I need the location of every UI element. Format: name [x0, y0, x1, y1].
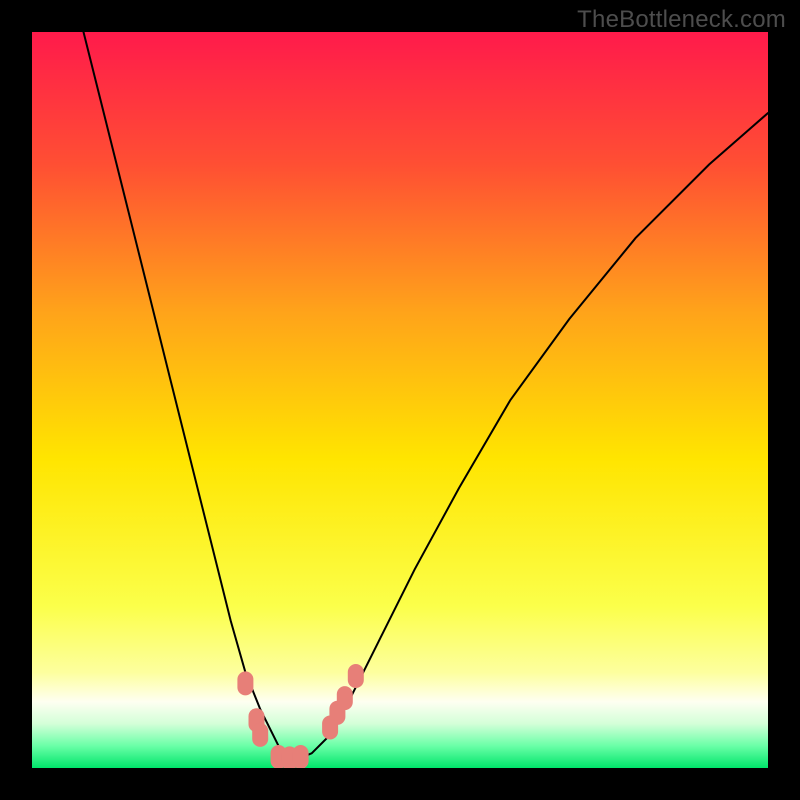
data-marker [237, 671, 253, 695]
data-marker [337, 686, 353, 710]
chart-frame: TheBottleneck.com [0, 0, 800, 800]
data-marker [252, 723, 268, 747]
plot-area [32, 32, 768, 768]
plot-svg [32, 32, 768, 768]
data-marker [348, 664, 364, 688]
gradient-background [32, 32, 768, 768]
watermark-text: TheBottleneck.com [577, 6, 786, 34]
data-marker [293, 745, 309, 768]
